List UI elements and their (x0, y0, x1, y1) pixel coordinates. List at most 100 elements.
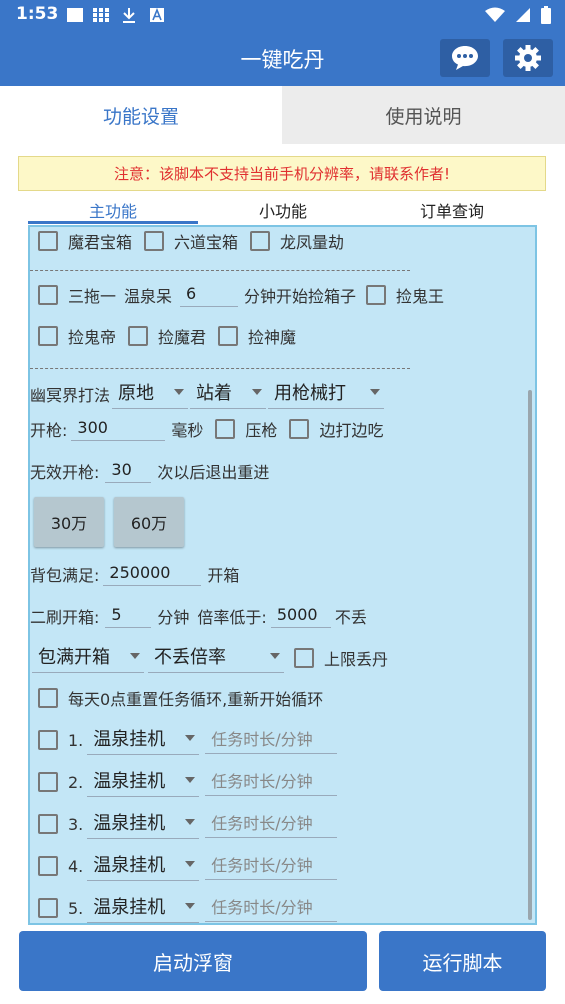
subtab-small-function[interactable]: 小功能 (198, 198, 368, 222)
task-checkbox[interactable] (38, 856, 58, 876)
row-bag-full: 背包满足: 250000 开箱 (30, 562, 239, 586)
checkbox-square[interactable] (294, 648, 314, 668)
app-bar: 一键吃丹 (0, 30, 565, 86)
grid-icon (93, 8, 109, 22)
task-checkbox[interactable] (38, 898, 58, 918)
task-row: 5. 温泉挂机 任务时长/分钟 (38, 893, 338, 923)
checkbox-square[interactable] (250, 231, 271, 251)
task-spinner[interactable]: 温泉挂机 (87, 893, 200, 923)
checkbox-square[interactable] (218, 326, 239, 346)
chevron-down-icon (185, 903, 196, 909)
text-icon (150, 7, 164, 22)
task-spinner[interactable]: 温泉挂机 (87, 809, 200, 839)
task-spinner[interactable]: 温泉挂机 (87, 725, 200, 755)
rate-input[interactable]: 5000 (270, 605, 331, 628)
checkbox-square[interactable] (144, 231, 165, 251)
checkbox-limit-drop[interactable]: 上限丢丹 (294, 646, 388, 670)
chevron-down-icon (252, 389, 263, 395)
checkbox-eat-while-fighting[interactable]: 边打边吃 (289, 417, 383, 441)
pickup-start-label: 分钟开始捡箱子 (244, 287, 357, 306)
divider (30, 270, 410, 271)
tab-function-settings[interactable]: 功能设置 (0, 86, 282, 144)
chevron-down-icon (185, 861, 196, 867)
panel-scrollbar[interactable] (528, 390, 532, 920)
row-invalid-fire: 无效开枪: 30 次以后退出重进 (30, 459, 269, 483)
task-duration-input[interactable]: 任务时长/分钟 (205, 852, 338, 880)
second-open-label: 二刷开箱: (30, 608, 100, 627)
checkbox-square[interactable] (289, 419, 310, 439)
bag-full-label: 背包满足: (30, 566, 100, 585)
checkbox-recoil[interactable]: 压枪 (215, 417, 277, 441)
row-daily-reset: 每天0点重置任务循环,重新开始循环 (38, 686, 323, 710)
checkbox-square[interactable] (38, 285, 58, 305)
fire-label: 开枪: (30, 421, 68, 440)
gear-icon (515, 45, 541, 71)
subtab-main-function[interactable]: 主功能 (28, 198, 198, 222)
checkbox-pick-ghost-emperor[interactable]: 捡鬼帝 (38, 324, 116, 348)
chevron-down-icon (185, 819, 196, 825)
task-duration-input[interactable]: 任务时长/分钟 (205, 726, 338, 754)
checkbox-square[interactable] (38, 231, 58, 251)
spinner-stance[interactable]: 站着 (190, 379, 267, 409)
invalid-fire-input[interactable]: 30 (105, 460, 152, 483)
checkbox-longfeng[interactable]: 龙凤量劫 (250, 229, 344, 253)
rate-below-label: 倍率低于: (197, 608, 267, 627)
task-checkbox[interactable] (38, 814, 58, 834)
checkbox-square[interactable] (38, 688, 58, 708)
spinner-full-open[interactable]: 包满开箱 (32, 643, 144, 673)
spinner-position[interactable]: 原地 (112, 379, 189, 409)
checkbox-daily-reset[interactable]: 每天0点重置任务循环,重新开始循环 (38, 686, 323, 710)
checkbox-square[interactable] (366, 285, 387, 305)
button-600k[interactable]: 60万 (114, 497, 184, 547)
chat-icon (452, 46, 478, 70)
fire-ms-input[interactable]: 300 (71, 418, 166, 441)
second-open-minutes-input[interactable]: 5 (105, 605, 152, 628)
row-hotspring: 三拖一 温泉呆 6 分钟开始捡箱子 捡鬼王 (38, 283, 444, 307)
task-number: 4. (68, 856, 84, 876)
checkbox-pick-mojun[interactable]: 捡魔君 (128, 324, 206, 348)
hotspring-minutes-input[interactable]: 6 (180, 284, 239, 307)
settings-button[interactable] (503, 39, 553, 77)
chevron-down-icon (370, 389, 381, 395)
bag-full-input[interactable]: 250000 (103, 563, 202, 586)
button-300k[interactable]: 30万 (34, 497, 104, 547)
task-checkbox[interactable] (38, 730, 58, 750)
chat-button[interactable] (440, 39, 490, 77)
no-drop-label: 不丢 (334, 608, 367, 627)
checkbox-liudao-box[interactable]: 六道宝箱 (144, 229, 238, 253)
row-fire: 开枪: 300 毫秒 压枪 边打边吃 (30, 417, 383, 441)
netherworld-label: 幽冥界打法 (30, 386, 111, 405)
retry-label: 次以后退出重进 (157, 463, 270, 482)
chevron-down-icon (174, 389, 185, 395)
task-number: 5. (68, 898, 84, 918)
chevron-down-icon (185, 777, 196, 783)
spinner-drop-rate[interactable]: 不丢倍率 (148, 643, 284, 673)
task-number: 1. (68, 730, 84, 750)
task-spinner[interactable]: 温泉挂机 (87, 851, 200, 881)
task-row: 1. 温泉挂机 任务时长/分钟 (38, 725, 338, 755)
checkbox-mojun-box[interactable]: 魔君宝箱 (38, 229, 132, 253)
task-checkbox[interactable] (38, 772, 58, 792)
task-duration-input[interactable]: 任务时长/分钟 (205, 894, 338, 922)
checkbox-pick-shenmo[interactable]: 捡神魔 (218, 324, 296, 348)
subtab-order-query[interactable]: 订单查询 (367, 198, 537, 222)
checkbox-square[interactable] (128, 326, 149, 346)
task-duration-input[interactable]: 任务时长/分钟 (205, 810, 338, 838)
task-number: 2. (68, 772, 84, 792)
invalid-fire-label: 无效开枪: (30, 463, 100, 482)
row-boxes: 魔君宝箱 六道宝箱 龙凤量劫 (38, 229, 344, 253)
task-number: 3. (68, 814, 84, 834)
checkbox-square[interactable] (38, 326, 58, 346)
task-spinner[interactable]: 温泉挂机 (87, 767, 200, 797)
checkbox-square[interactable] (215, 419, 236, 439)
checkbox-pick-ghost-king[interactable]: 捡鬼王 (366, 283, 444, 307)
resolution-warning: 注意：该脚本不支持当前手机分辨率，请联系作者! (18, 156, 546, 191)
row-full-open: 包满开箱 不丢倍率 上限丢丹 (32, 643, 388, 673)
spinner-weapon[interactable]: 用枪械打 (268, 379, 385, 409)
tab-usage-instructions[interactable]: 使用说明 (282, 86, 565, 144)
start-floating-window-button[interactable]: 启动浮窗 (19, 931, 367, 991)
row-netherworld: 幽冥界打法 原地 站着 用枪械打 (30, 379, 385, 409)
task-duration-input[interactable]: 任务时长/分钟 (205, 768, 338, 796)
checkbox-three-drag-one[interactable]: 三拖一 (38, 283, 116, 307)
run-script-button[interactable]: 运行脚本 (379, 931, 546, 991)
